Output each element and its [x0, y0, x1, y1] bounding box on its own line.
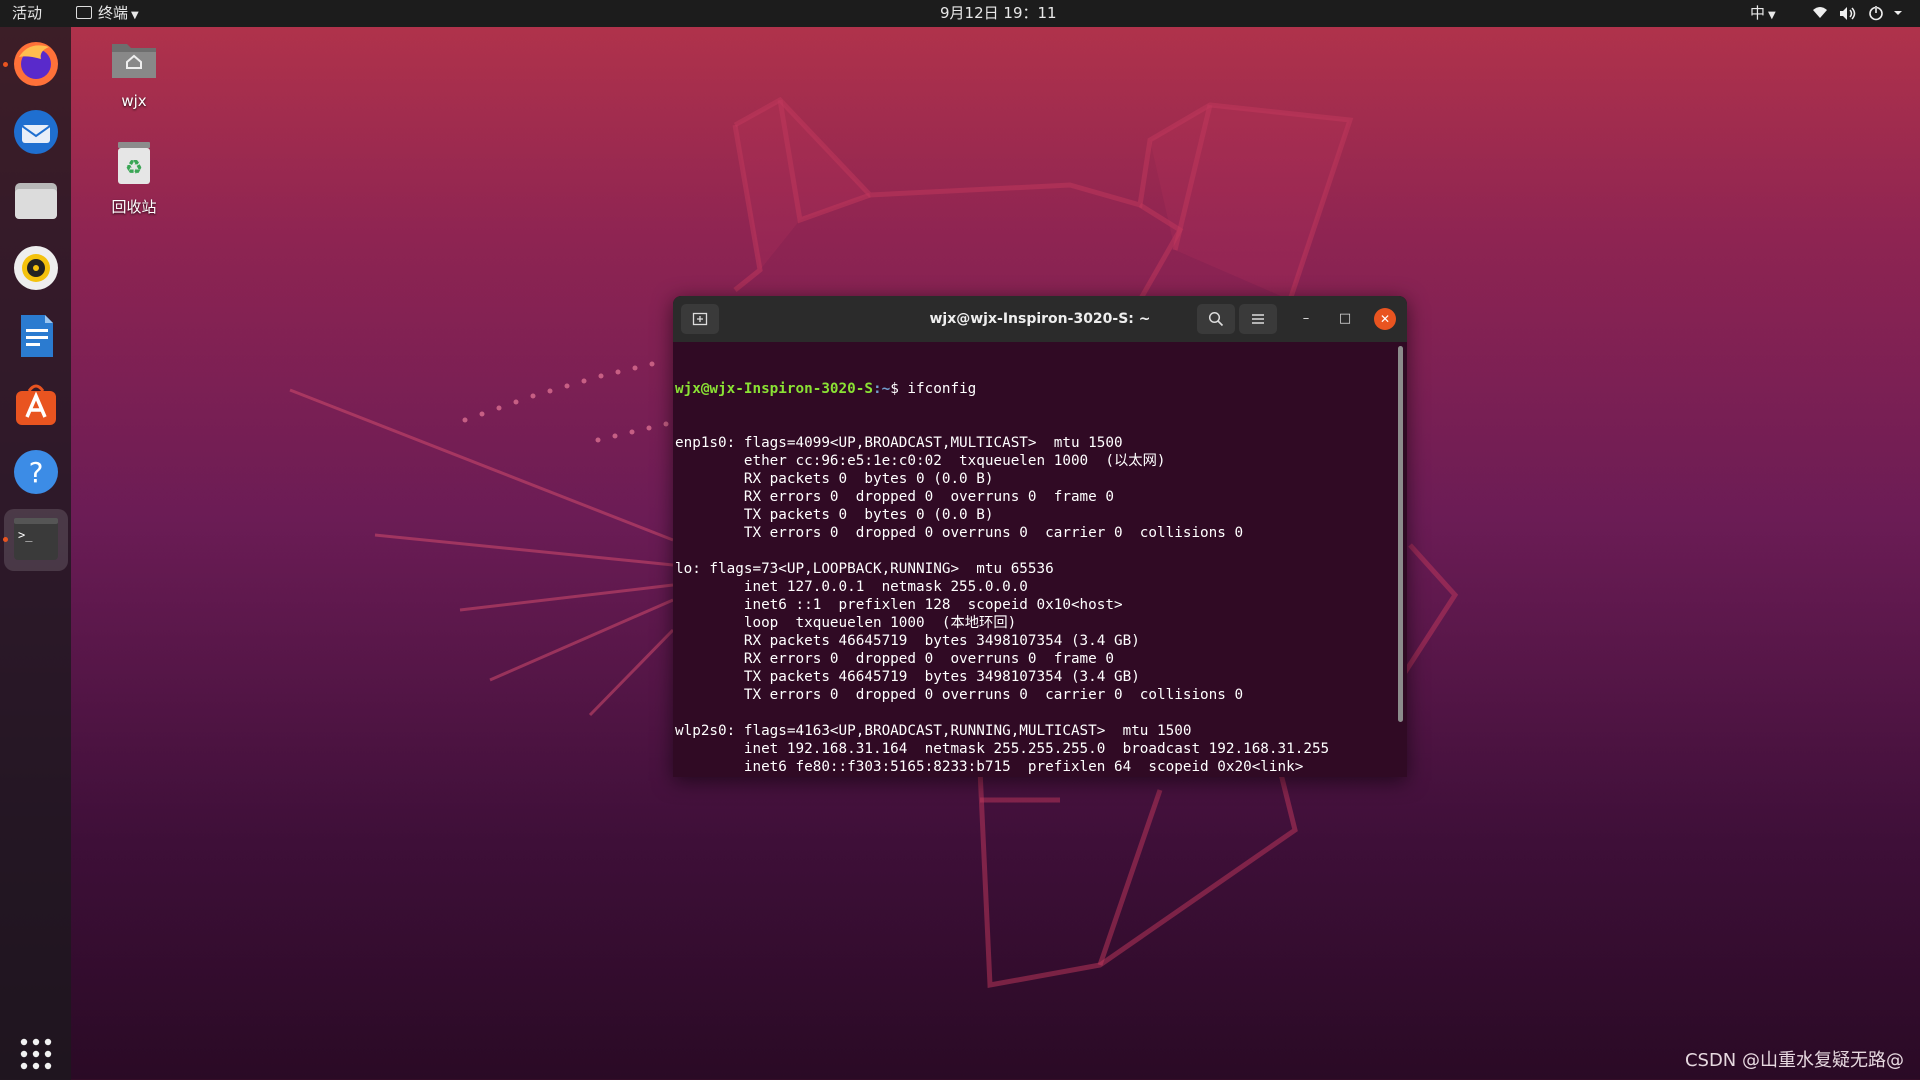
terminal-app-icon [76, 6, 92, 19]
output-line: enp1s0: flags=4099<UP,BROADCAST,MULTICAS… [675, 435, 1123, 451]
status-icons [1813, 5, 1902, 21]
wifi-icon [1813, 7, 1827, 18]
dock-software[interactable] [9, 377, 63, 431]
search-icon [1208, 311, 1224, 327]
activities-button[interactable]: 活动 [12, 0, 42, 27]
chevron-down-icon: ▼ [1768, 10, 1776, 21]
dock-thunderbird[interactable] [9, 105, 63, 159]
home-folder-icon [112, 44, 156, 78]
volume-icon [1840, 7, 1847, 20]
maximize-icon: □ [1338, 311, 1352, 326]
maximize-button[interactable]: □ [1334, 308, 1356, 330]
desktop-icon-home[interactable]: wjx [89, 36, 179, 110]
output-line: lo: flags=73<UP,LOOPBACK,RUNNING> mtu 65… [675, 561, 1054, 577]
close-icon: ✕ [1379, 312, 1391, 326]
dock-rhythmbox[interactable] [9, 241, 63, 295]
thunderbird-icon [14, 110, 58, 154]
terminal-header-bar[interactable]: wjx@wjx-Inspiron-3020-S: ~ – □ ✕ [673, 296, 1407, 342]
dock-files[interactable] [9, 173, 63, 227]
output-line: ether cc:96:e5:1e:c0:02 txqueuelen 1000 … [675, 453, 1166, 469]
watermark: CSDN @山重水复疑无路@ [1684, 1050, 1904, 1071]
dock: ? >_ [0, 27, 71, 1080]
prompt-symbol: $ [890, 381, 908, 397]
terminal-window[interactable]: wjx@wjx-Inspiron-3020-S: ~ – □ ✕ wjx@wjx… [673, 296, 1407, 777]
terminal-scrollbar[interactable] [1398, 346, 1403, 722]
output-line: TX packets 46645719 bytes 3498107354 (3.… [675, 669, 1140, 685]
output-line: TX errors 0 dropped 0 overruns 0 carrier… [675, 525, 1244, 541]
dock-terminal[interactable]: >_ [4, 509, 68, 571]
hamburger-menu-icon [1252, 314, 1264, 324]
search-button[interactable] [1197, 304, 1235, 334]
output-line: wlp2s0: flags=4163<UP,BROADCAST,RUNNING,… [675, 723, 1192, 739]
desktop-icon-label: wjx [121, 92, 147, 110]
output-line: TX errors 0 dropped 0 overruns 0 carrier… [675, 687, 1244, 703]
app-menu-label: 终端 [98, 4, 129, 22]
output-line: RX errors 0 dropped 0 overruns 0 frame 0 [675, 489, 1114, 505]
chevron-down-icon [1894, 11, 1902, 15]
clock[interactable]: 9月12日 19：11 [940, 0, 1057, 27]
running-indicator [3, 62, 8, 67]
output-line: RX errors 0 dropped 0 overruns 0 frame 0 [675, 651, 1114, 667]
dock-writer[interactable] [9, 309, 63, 363]
top-bar: 活动 终端 ▼ 9月12日 19：11 中 ▼ [0, 0, 1920, 27]
files-icon [15, 183, 57, 219]
terminal-icon: >_ [14, 518, 58, 560]
show-applications-button[interactable] [9, 1027, 63, 1080]
close-button[interactable]: ✕ [1374, 308, 1396, 330]
output-line: inet 192.168.31.164 netmask 255.255.255.… [675, 741, 1330, 757]
svg-text:♻: ♻ [125, 155, 143, 179]
output-line: RX packets 0 bytes 0 (0.0 B) [675, 471, 994, 487]
svg-text:?: ? [29, 456, 44, 489]
output-line: inet6 ::1 prefixlen 128 scopeid 0x10<hos… [675, 597, 1123, 613]
system-status-menu[interactable] [1812, 0, 1920, 27]
output-line: RX packets 46645719 bytes 3498107354 (3.… [675, 633, 1140, 649]
prompt-line: wjx@wjx-Inspiron-3020-S:~$ ifconfig [675, 380, 1375, 398]
help-icon: ? [14, 450, 58, 494]
input-method-menu[interactable]: 中 ▼ [1750, 0, 1776, 27]
svg-text:>_: >_ [18, 528, 33, 542]
output-line: inet6 fe80::f303:5165:8233:b715 prefixle… [675, 759, 1304, 774]
desktop-icon-trash[interactable]: ♻ 回收站 [89, 138, 179, 217]
output-line: TX packets 0 bytes 0 (0.0 B) [675, 507, 994, 523]
minimize-icon: – [1302, 311, 1310, 326]
menu-button[interactable] [1239, 304, 1277, 334]
firefox-icon [14, 42, 58, 86]
trash-icon: ♻ [118, 142, 150, 184]
prompt-user: wjx@wjx-Inspiron-3020-S [675, 381, 873, 397]
app-menu[interactable]: 终端 ▼ [76, 0, 139, 27]
desktop-icon-label: 回收站 [111, 198, 157, 216]
chevron-down-icon: ▼ [131, 10, 139, 21]
terminal-output[interactable]: wjx@wjx-Inspiron-3020-S:~$ ifconfig enp1… [675, 344, 1375, 774]
output-line: inet 127.0.0.1 netmask 255.0.0.0 [675, 579, 1028, 595]
dock-help[interactable]: ? [9, 445, 63, 499]
app-grid-icon [20, 1038, 52, 1070]
prompt-path: :~ [872, 381, 891, 397]
running-indicator [3, 537, 8, 542]
output-line: loop txqueuelen 1000 (本地环回) [675, 615, 1017, 631]
ubuntu-software-icon [16, 384, 56, 425]
input-method-label: 中 [1750, 4, 1766, 22]
command-text: ifconfig [907, 381, 977, 397]
rhythmbox-icon [14, 246, 58, 290]
dock-firefox[interactable] [9, 37, 63, 91]
minimize-button[interactable]: – [1295, 308, 1317, 330]
writer-icon [21, 315, 53, 357]
